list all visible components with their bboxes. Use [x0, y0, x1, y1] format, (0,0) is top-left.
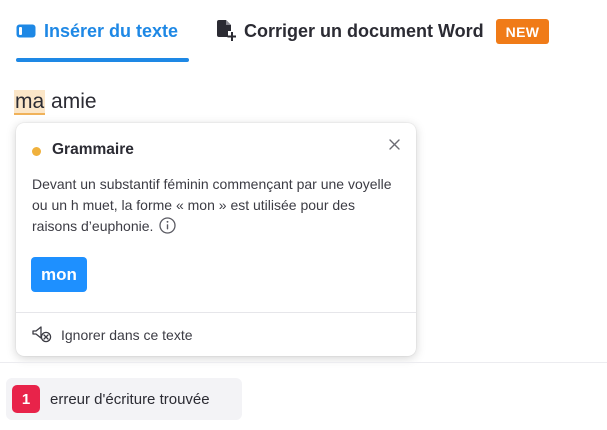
tab-insert-label: Insérer du texte [44, 20, 179, 41]
popover-category: Grammaire [52, 141, 134, 158]
grammar-dot-icon [32, 147, 41, 156]
info-icon[interactable] [159, 217, 177, 234]
tab-bar: Insérer du texte Corriger un document Wo… [0, 0, 607, 62]
text-box-icon [16, 24, 36, 38]
suggestion-button[interactable]: mon [31, 257, 87, 292]
ignore-in-text-button[interactable]: Ignorer dans ce texte [32, 322, 193, 348]
document-add-icon [216, 20, 236, 42]
popover-description: Devant un substantif féminin commençant … [32, 174, 392, 237]
editor-text[interactable]: ma amie [14, 88, 97, 116]
editor-rest-text: amie [45, 90, 97, 113]
close-icon [388, 138, 400, 150]
footer-divider [0, 362, 607, 363]
error-counter[interactable]: 1 erreur d'écriture trouvée [6, 378, 242, 420]
ignore-label: Ignorer dans ce texte [61, 327, 193, 343]
popover-divider [16, 312, 416, 313]
close-button[interactable] [386, 136, 402, 152]
new-badge: NEW [495, 18, 550, 44]
correction-popover: Grammaire Devant un substantif féminin c… [16, 123, 416, 356]
highlighted-error-word[interactable]: ma [14, 90, 46, 115]
error-count-label: erreur d'écriture trouvée [50, 390, 210, 408]
tab-insert-text[interactable]: Insérer du texte [16, 0, 189, 62]
ignore-icon [32, 325, 52, 346]
tab-word-label: Corriger un document Word [244, 20, 484, 41]
active-tab-indicator [16, 58, 189, 62]
app-page: Insérer du texte Corriger un document Wo… [0, 0, 607, 430]
error-count-badge: 1 [12, 385, 40, 413]
description-text: Devant un substantif féminin commençant … [32, 176, 392, 234]
tab-correct-word[interactable]: Corriger un document Word NEW [216, 0, 550, 62]
popover-header: Grammaire [32, 141, 134, 159]
